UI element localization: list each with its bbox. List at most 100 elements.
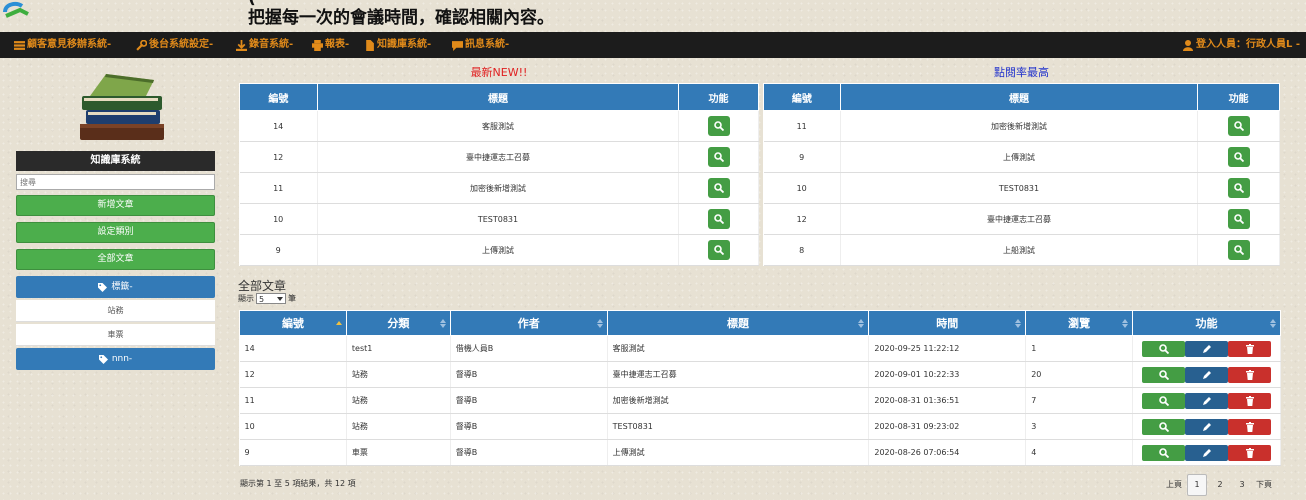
view-button[interactable] <box>1227 147 1250 167</box>
nav-label: 顧客意見移辦系統- <box>27 39 112 50</box>
cell-views: 20 <box>1025 361 1134 388</box>
category-label: nnn- <box>111 354 133 364</box>
table-row: 12 站務 督導B 臺中捷運志工召募 2020-09-01 10:22:33 2… <box>239 361 1281 388</box>
view-button[interactable] <box>1142 340 1186 357</box>
sort-header-category[interactable]: 分類 <box>345 310 451 336</box>
search-icon <box>1158 343 1169 354</box>
view-button[interactable] <box>707 116 730 136</box>
sort-header-views[interactable]: 瀏覽 <box>1025 310 1134 336</box>
sidebar-title: 知識庫系統 <box>16 151 215 171</box>
search-icon <box>1158 421 1169 432</box>
view-button[interactable] <box>707 178 730 198</box>
top-navbar: 顧客意見移辦系統- 後台系統設定- 錄音系統- 報表- 知識庫系統- 訊息系統-… <box>0 32 1306 58</box>
cell-function <box>1132 361 1281 388</box>
banner-line-1: ( <box>248 0 554 8</box>
nav-message-system[interactable]: 訊息系統- <box>452 32 509 58</box>
delete-button[interactable] <box>1228 366 1272 383</box>
cell-id: 11 <box>239 387 347 414</box>
table-row: 10 站務 督導B TEST0831 2020-08-31 09:23:02 3 <box>239 413 1281 440</box>
set-category-button[interactable]: 設定類別 <box>16 222 215 243</box>
pager-page-3[interactable]: 3 <box>1233 475 1251 495</box>
cell-function <box>1197 110 1280 142</box>
trash-icon <box>1245 395 1254 406</box>
cell-title: 臺中捷運志工召募 <box>317 141 680 173</box>
edit-button[interactable] <box>1185 418 1229 435</box>
view-button[interactable] <box>1227 178 1250 198</box>
delete-button[interactable] <box>1228 418 1272 435</box>
view-button[interactable] <box>1142 444 1186 461</box>
edit-button[interactable] <box>1185 340 1229 357</box>
page-size-select[interactable]: 5 <box>256 293 286 304</box>
user-icon <box>1182 39 1193 51</box>
pager-page-1[interactable]: 1 <box>1187 474 1207 496</box>
edit-button[interactable] <box>1185 366 1229 383</box>
view-button[interactable] <box>707 240 730 260</box>
nav-recording-system[interactable]: 錄音系統- <box>236 32 293 58</box>
delete-button[interactable] <box>1228 392 1272 409</box>
edit-button[interactable] <box>1185 444 1229 461</box>
pager-prev[interactable]: 上頁 <box>1165 475 1183 495</box>
logo-icon <box>3 2 29 18</box>
search-icon <box>713 183 724 193</box>
nav-backend-settings[interactable]: 後台系統設定- <box>136 32 213 58</box>
add-article-button[interactable]: 新增文章 <box>16 195 215 216</box>
cell-time: 2020-09-01 10:22:33 <box>868 361 1027 388</box>
sort-header-time[interactable]: 時間 <box>868 310 1027 336</box>
view-button[interactable] <box>1227 116 1250 136</box>
view-button[interactable] <box>707 209 730 229</box>
page-size-control: 顯示 5 筆 <box>238 293 296 304</box>
nav-complaint-system[interactable]: 顧客意見移辦系統- <box>14 32 111 58</box>
trash-icon <box>1245 421 1254 432</box>
search-icon <box>1233 152 1244 162</box>
delete-button[interactable] <box>1228 444 1272 461</box>
page-size-value: 5 <box>259 295 265 304</box>
header-label: 時間 <box>936 317 959 330</box>
view-button[interactable] <box>1142 418 1186 435</box>
table-row: 10 TEST0831 <box>763 172 1280 204</box>
view-button[interactable] <box>1227 209 1250 229</box>
cell-title: 加密後新增測試 <box>607 387 870 414</box>
sidebar-category-nnn[interactable]: nnn- <box>16 348 215 370</box>
cell-function <box>1132 439 1281 466</box>
nav-reports[interactable]: 報表- <box>312 32 349 58</box>
trash-icon <box>1245 447 1254 458</box>
user-label: 登入人員：行政人員L - <box>1195 39 1300 50</box>
pager-page-2[interactable]: 2 <box>1211 475 1229 495</box>
cell-function <box>678 141 759 173</box>
cell-author: 督導B <box>450 387 608 414</box>
sort-header-id[interactable]: 編號 <box>239 310 347 336</box>
sidebar-sub-station[interactable]: 站務 <box>16 300 215 322</box>
sort-header-function[interactable]: 功能 <box>1132 310 1281 336</box>
pencil-icon <box>1202 370 1211 379</box>
table-row: 14 test1 借機人員B 客服測試 2020-09-25 11:22:12 … <box>239 335 1281 362</box>
pager-next[interactable]: 下頁 <box>1255 475 1273 495</box>
tag-icon <box>98 282 108 292</box>
view-button[interactable] <box>1227 240 1250 260</box>
banner-text: ( 把握每一次的會議時間，確認相關內容。 <box>248 0 554 28</box>
banner-line-2: 把握每一次的會議時間，確認相關內容。 <box>248 8 554 28</box>
newest-panel-title: 最新NEW!! <box>470 66 528 79</box>
header-label: 作者 <box>517 317 540 330</box>
sidebar-search-input[interactable] <box>16 174 215 190</box>
print-icon <box>312 39 323 51</box>
search-icon <box>713 152 724 162</box>
view-button[interactable] <box>1142 392 1186 409</box>
nav-knowledge-base[interactable]: 知識庫系統- <box>364 32 431 58</box>
col-header-title: 標題 <box>316 83 680 111</box>
cell-views: 3 <box>1025 413 1134 440</box>
all-articles-button[interactable]: 全部文章 <box>16 249 215 270</box>
sort-header-author[interactable]: 作者 <box>449 310 608 336</box>
sort-header-title[interactable]: 標題 <box>606 310 870 336</box>
edit-button[interactable] <box>1185 392 1229 409</box>
search-icon <box>1158 395 1169 406</box>
all-articles-table: 編號 分類 作者 標題 時間 瀏覽 功能 14 test1 借機人員B 客服測試… <box>239 310 1281 466</box>
sidebar-category-tags[interactable]: 標籤- <box>16 276 215 298</box>
view-button[interactable] <box>707 147 730 167</box>
cell-title: 上船測試 <box>840 234 1199 266</box>
delete-button[interactable] <box>1228 340 1272 357</box>
view-button[interactable] <box>1142 366 1186 383</box>
cell-function <box>1132 387 1281 414</box>
col-header-function: 功能 <box>1197 83 1280 111</box>
nav-user-menu[interactable]: 登入人員：行政人員L - <box>1182 32 1300 58</box>
sidebar-sub-ticket[interactable]: 車票 <box>16 324 215 346</box>
